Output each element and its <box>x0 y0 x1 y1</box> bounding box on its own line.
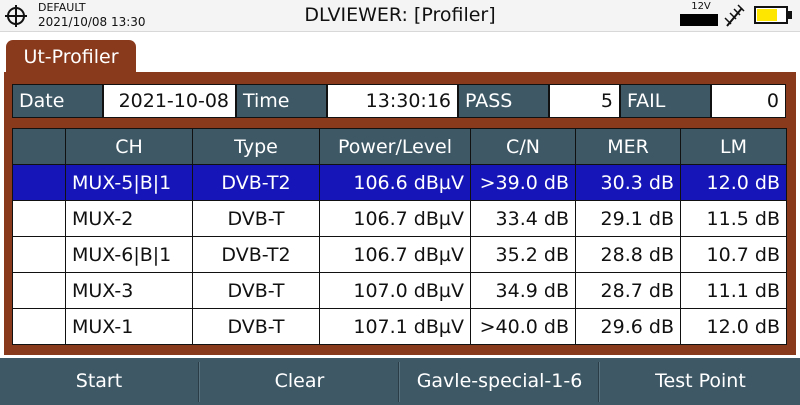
table-row[interactable]: MUX-3 DVB-T 107.0 dBµV 34.9 dB 28.7 dB 11.1 d… <box>12 272 787 309</box>
battery-level <box>757 9 777 21</box>
test-point-button[interactable]: Test Point <box>601 358 800 405</box>
preset-button[interactable]: Gavle-special-1-6 <box>401 358 598 405</box>
column-header-power-level[interactable]: Power/Level <box>319 128 471 165</box>
cell-power: 106.7 dBµV <box>319 200 471 237</box>
cell-lm: 11.1 dB <box>680 272 787 309</box>
cell-cn: 34.9 dB <box>470 272 576 309</box>
pass-value: 5 <box>549 84 620 118</box>
softkey-divider <box>198 362 200 402</box>
cell-ch: MUX-1 <box>65 308 193 345</box>
table-row[interactable]: MUX-1 DVB-T 107.1 dBµV >40.0 dB 29.6 dB 12.0 … <box>12 308 787 345</box>
cell-type: DVB-T2 <box>192 236 320 273</box>
cell-type: DVB-T <box>192 308 320 345</box>
cell-select <box>12 164 66 201</box>
antenna-icon <box>724 4 745 27</box>
date-label: Date <box>12 84 103 118</box>
cell-type: DVB-T <box>192 272 320 309</box>
date-value: 2021-10-08 <box>103 84 236 118</box>
cell-cn: 35.2 dB <box>470 236 576 273</box>
cell-ch: MUX-5|B|1 <box>65 164 193 201</box>
table-row[interactable]: MUX-5|B|1 DVB-T2 106.6 dBµV >39.0 dB 30.3 dB… <box>12 164 787 201</box>
softkey-divider <box>598 362 600 402</box>
fail-value: 0 <box>711 84 786 118</box>
column-header-ch[interactable]: CH <box>65 128 193 165</box>
cell-select <box>12 308 66 345</box>
column-header-lm[interactable]: LM <box>680 128 787 165</box>
cell-lm: 12.0 dB <box>680 308 787 345</box>
cell-ch: MUX-6|B|1 <box>65 236 193 273</box>
cell-power: 106.7 dBµV <box>319 236 471 273</box>
cell-power: 106.6 dBµV <box>319 164 471 201</box>
time-label: Time <box>236 84 327 118</box>
cell-mer: 29.6 dB <box>575 308 681 345</box>
profile-name: DEFAULT <box>38 1 86 14</box>
table-row[interactable]: MUX-6|B|1 DVB-T2 106.7 dBµV 35.2 dB 28.8 dB 1… <box>12 236 787 273</box>
table-header-row: CH Type Power/Level C/N MER LM <box>12 128 787 165</box>
cell-type: DVB-T <box>192 200 320 237</box>
cell-cn: >40.0 dB <box>470 308 576 345</box>
status-datetime: 2021/10/08 13:30 <box>38 15 146 29</box>
cell-mer: 28.8 dB <box>575 236 681 273</box>
cell-select <box>12 272 66 309</box>
clear-button[interactable]: Clear <box>201 358 398 405</box>
softkey-divider <box>398 362 400 402</box>
battery-terminal <box>788 11 792 19</box>
cell-mer: 30.3 dB <box>575 164 681 201</box>
cell-mer: 29.1 dB <box>575 200 681 237</box>
cell-lm: 12.0 dB <box>680 164 787 201</box>
voltage-label: 12V <box>691 1 711 12</box>
column-header-type[interactable]: Type <box>192 128 320 165</box>
cell-power: 107.0 dBµV <box>319 272 471 309</box>
cell-ch: MUX-3 <box>65 272 193 309</box>
voltage-indicator <box>680 14 718 26</box>
crosshair-icon <box>5 5 27 27</box>
cell-select <box>12 200 66 237</box>
battery-icon <box>754 6 788 24</box>
results-table: CH Type Power/Level C/N MER LM MUX-5|B|1… <box>12 128 787 345</box>
cell-cn: >39.0 dB <box>470 164 576 201</box>
table-body: MUX-5|B|1 DVB-T2 106.6 dBµV >39.0 dB 30.3 dB… <box>12 164 787 345</box>
start-button[interactable]: Start <box>0 358 198 405</box>
cell-select <box>12 236 66 273</box>
table-row[interactable]: MUX-2 DVB-T 106.7 dBµV 33.4 dB 29.1 dB 11.5 d… <box>12 200 787 237</box>
pass-label: PASS <box>458 84 549 118</box>
column-header-cn[interactable]: C/N <box>470 128 576 165</box>
cell-type: DVB-T2 <box>192 164 320 201</box>
tab-ut-profiler[interactable]: Ut-Profiler <box>6 40 136 74</box>
cell-lm: 10.7 dB <box>680 236 787 273</box>
cell-ch: MUX-2 <box>65 200 193 237</box>
column-header-select <box>12 128 66 165</box>
cell-mer: 28.7 dB <box>575 272 681 309</box>
time-value: 13:30:16 <box>327 84 458 118</box>
column-header-mer[interactable]: MER <box>575 128 681 165</box>
cell-cn: 33.4 dB <box>470 200 576 237</box>
fail-label: FAIL <box>620 84 711 118</box>
cell-power: 107.1 dBµV <box>319 308 471 345</box>
cell-lm: 11.5 dB <box>680 200 787 237</box>
